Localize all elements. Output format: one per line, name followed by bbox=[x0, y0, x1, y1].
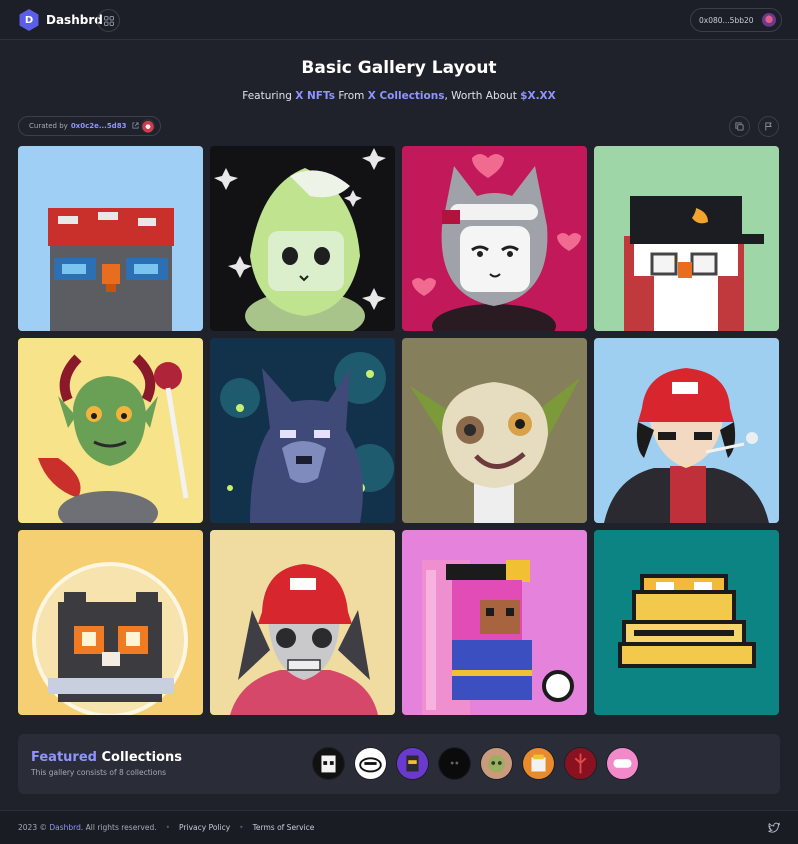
report-button[interactable] bbox=[758, 116, 779, 137]
nft-image bbox=[18, 146, 203, 331]
nft-image bbox=[594, 146, 779, 331]
nft-image bbox=[594, 338, 779, 523]
collection-avatar[interactable] bbox=[438, 747, 471, 780]
copyright-rights: . All rights reserved. bbox=[80, 823, 157, 832]
nft-astronaut-cat[interactable] bbox=[18, 530, 203, 715]
curator-badge[interactable]: Curated by 0x0c2e...5d83 bbox=[18, 116, 161, 136]
top-navbar: D Dashbrd 0x080...5bb20 bbox=[0, 0, 798, 40]
nft-image bbox=[18, 338, 203, 523]
nft-image bbox=[402, 530, 587, 715]
nft-golden-frog[interactable] bbox=[594, 530, 779, 715]
nft-pink-pizza-creature[interactable] bbox=[402, 530, 587, 715]
curator-avatar bbox=[141, 119, 155, 133]
nft-skeleton-red-cap[interactable] bbox=[210, 530, 395, 715]
nft-image bbox=[18, 530, 203, 715]
copy-icon bbox=[735, 122, 744, 131]
curator-address[interactable]: 0x0c2e...5d83 bbox=[71, 122, 127, 130]
twitter-icon[interactable] bbox=[768, 822, 780, 834]
nft-owl-black-cap[interactable] bbox=[594, 146, 779, 331]
featured-title: Featured Collections bbox=[31, 750, 182, 765]
gallery-subtitle: Featuring X NFTs From X Collections, Wor… bbox=[0, 90, 798, 102]
collection-avatars bbox=[312, 747, 639, 780]
subtitle-prefix: Featuring bbox=[242, 90, 292, 102]
wallet-address: 0x080...5bb20 bbox=[699, 15, 754, 25]
collection-avatar[interactable] bbox=[312, 747, 345, 780]
gallery-title: Basic Gallery Layout bbox=[301, 58, 497, 78]
curated-label: Curated by bbox=[29, 122, 68, 130]
wallet-avatar bbox=[762, 13, 776, 27]
brand-name: Dashbrd bbox=[46, 13, 103, 27]
collection-avatar[interactable] bbox=[522, 747, 555, 780]
apps-menu-button[interactable] bbox=[97, 9, 120, 32]
collection-avatar[interactable] bbox=[396, 747, 429, 780]
external-link-icon[interactable] bbox=[132, 121, 139, 131]
nft-blue-wolf[interactable] bbox=[210, 338, 395, 523]
nft-image bbox=[210, 338, 395, 523]
wallet-button[interactable]: 0x080...5bb20 bbox=[690, 8, 782, 32]
collection-avatar[interactable] bbox=[564, 747, 597, 780]
privacy-policy-link[interactable]: Privacy Policy bbox=[179, 823, 230, 832]
nft-image bbox=[594, 530, 779, 715]
collection-count: X Collections bbox=[367, 90, 445, 102]
nft-count: X NFTs bbox=[295, 90, 335, 102]
flag-icon bbox=[765, 122, 772, 131]
terms-of-service-link[interactable]: Terms of Service bbox=[253, 823, 315, 832]
copyright-prefix: 2023 © bbox=[18, 823, 47, 832]
collection-avatar[interactable] bbox=[354, 747, 387, 780]
nft-green-devil[interactable] bbox=[18, 338, 203, 523]
nft-image bbox=[210, 530, 395, 715]
subtitle-from: From bbox=[338, 90, 365, 102]
dashbrd-logo-icon: D bbox=[19, 9, 39, 31]
footer-brand-link[interactable]: Dashbrd bbox=[49, 823, 81, 832]
collection-avatar[interactable] bbox=[606, 747, 639, 780]
copy-button[interactable] bbox=[729, 116, 750, 137]
nft-owl-red-bandana[interactable] bbox=[18, 146, 203, 331]
nft-gallery-grid bbox=[18, 146, 780, 716]
featured-description: This gallery consists of 8 collections bbox=[31, 768, 167, 777]
gallery-value: $X.XX bbox=[520, 90, 556, 102]
featured-title-highlight: Featured bbox=[31, 750, 97, 765]
grid-icon bbox=[103, 15, 114, 26]
nft-boy-red-cap[interactable] bbox=[594, 338, 779, 523]
nft-image bbox=[210, 146, 395, 331]
featured-title-rest: Collections bbox=[101, 750, 182, 765]
collection-avatar[interactable] bbox=[480, 747, 513, 780]
nft-goblin-mask[interactable] bbox=[402, 338, 587, 523]
footer: 2023 © Dashbrd. All rights reserved. • P… bbox=[0, 810, 798, 844]
nft-green-leaf-creature[interactable] bbox=[210, 146, 395, 331]
footer-separator: • bbox=[239, 823, 244, 832]
nft-maid-cat[interactable] bbox=[402, 146, 587, 331]
footer-separator: • bbox=[165, 823, 171, 832]
subtitle-worth: , Worth About bbox=[444, 90, 517, 102]
nft-image bbox=[402, 338, 587, 523]
featured-collections-panel: Featured Collections This gallery consis… bbox=[18, 734, 780, 794]
brand-logo[interactable]: D Dashbrd bbox=[18, 9, 103, 31]
nft-image bbox=[402, 146, 587, 331]
